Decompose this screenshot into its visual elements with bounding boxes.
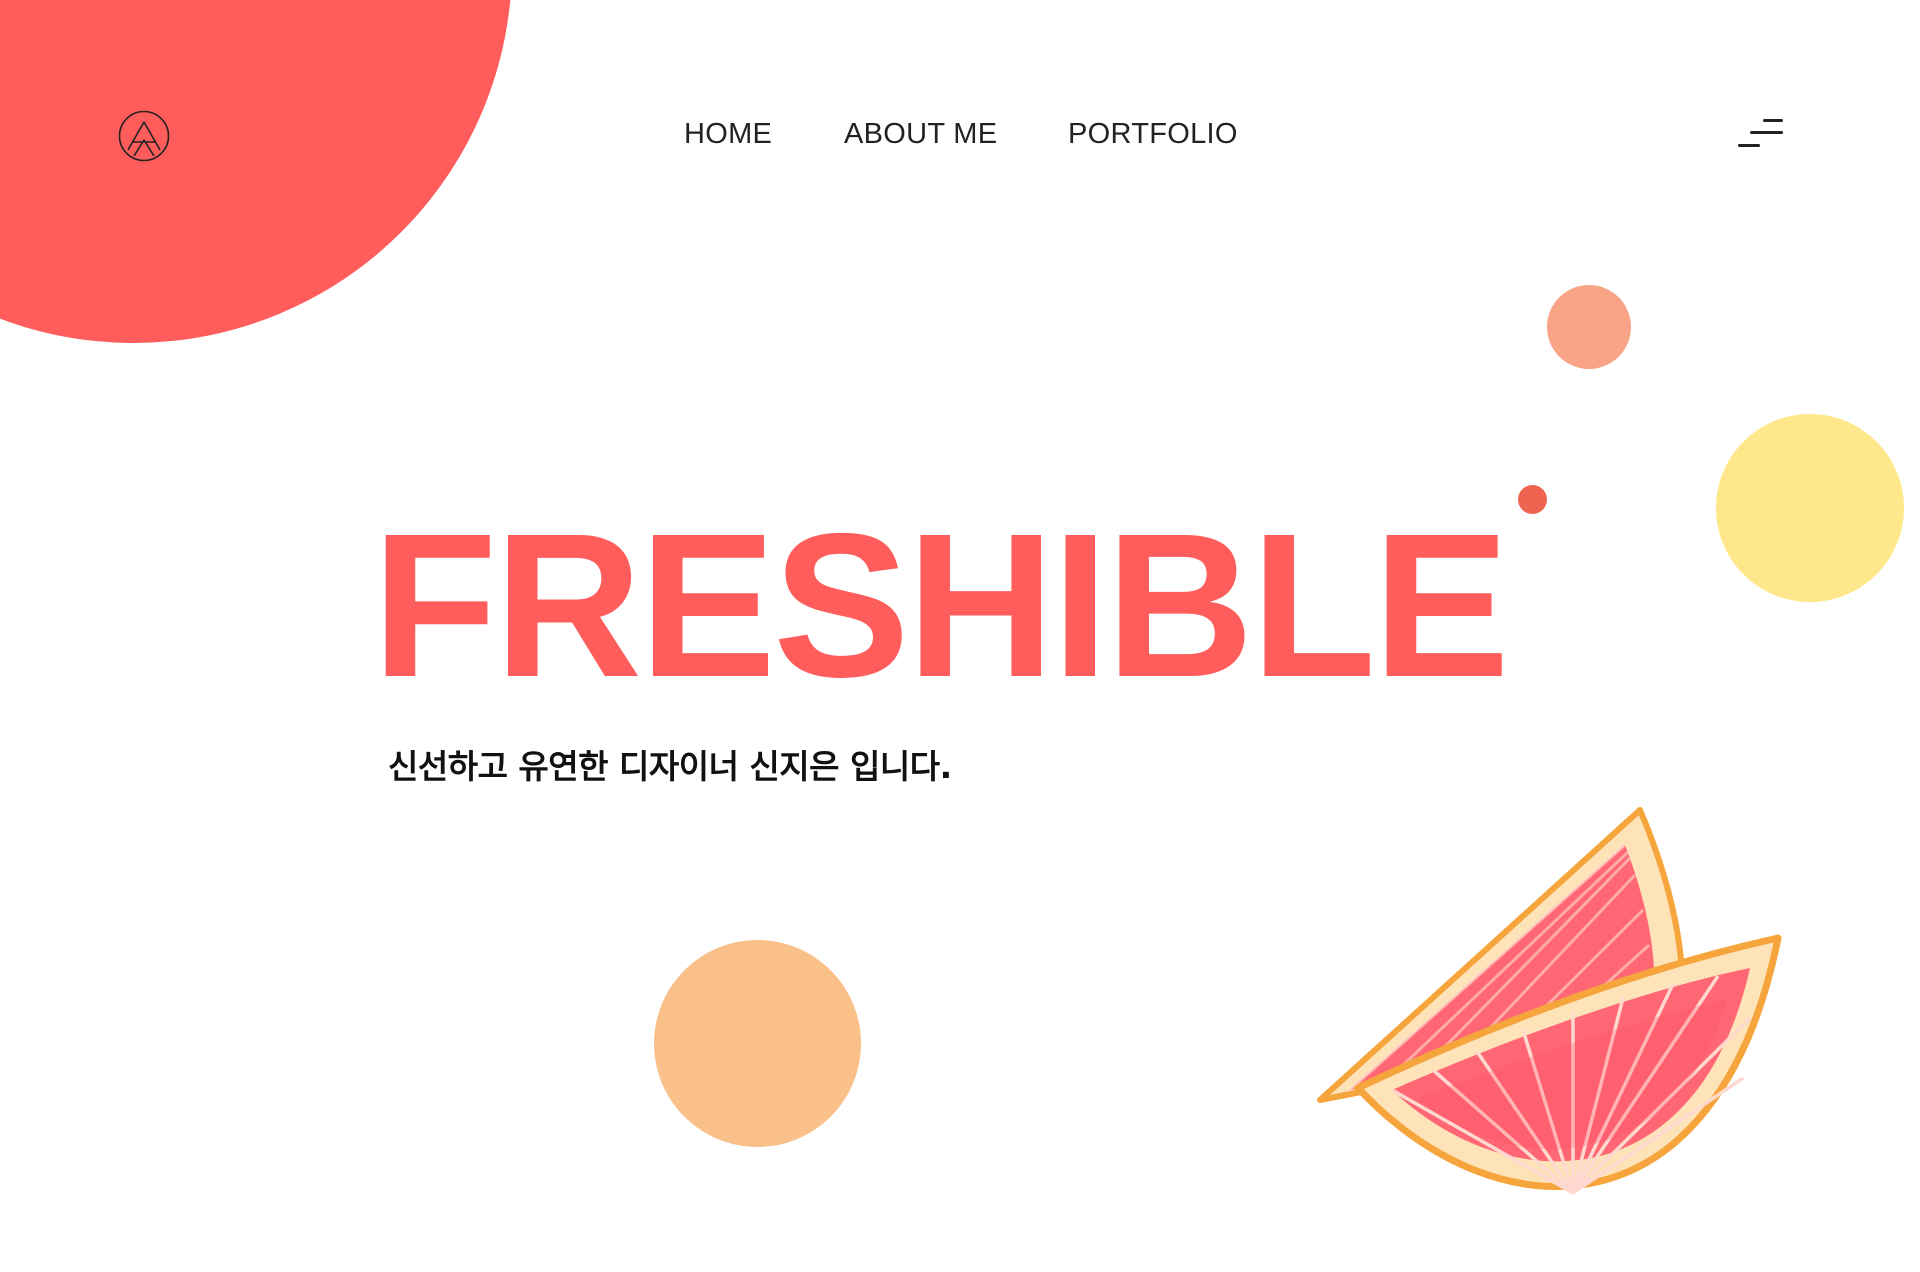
decorative-yellow-circle (1716, 414, 1904, 602)
hamburger-menu-icon[interactable] (1738, 116, 1784, 152)
landing-page: HOME ABOUT ME PORTFOLIO FRESHIBLE 신선하고 유… (0, 0, 1920, 1272)
nav-item-portfolio[interactable]: PORTFOLIO (1068, 114, 1238, 154)
decorative-salmon-circle (1547, 285, 1631, 369)
decorative-peach-circle (654, 940, 861, 1147)
nav-item-about-me[interactable]: ABOUT ME (844, 114, 997, 154)
grapefruit-slices-illustration (1310, 800, 1800, 1230)
decorative-small-dot (1518, 485, 1547, 514)
nav-item-home[interactable]: HOME (684, 114, 772, 154)
menu-bar (1750, 131, 1783, 134)
hero-subtitle: 신선하고 유연한 디자이너 신지은 입니다. (388, 747, 952, 786)
decorative-large-red-circle (0, 0, 512, 343)
main-nav: HOME ABOUT ME PORTFOLIO (0, 114, 1920, 154)
menu-bar (1738, 144, 1760, 147)
hero-title: FRESHIBLE (372, 491, 1510, 720)
menu-bar (1763, 119, 1783, 122)
